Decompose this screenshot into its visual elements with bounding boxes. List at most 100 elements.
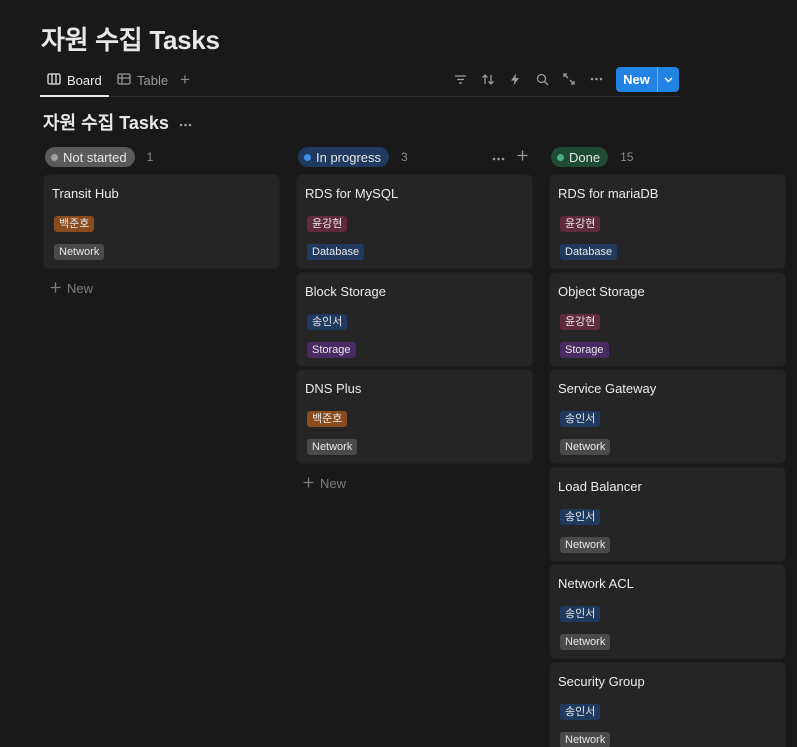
- card-title: Service Gateway: [558, 381, 657, 396]
- assignee-row: 윤강현: [560, 312, 777, 330]
- card-title: Transit Hub: [52, 186, 119, 201]
- tab-board[interactable]: Board: [47, 68, 102, 92]
- category-row: Network: [307, 437, 524, 455]
- category-row: Network: [560, 632, 777, 650]
- assignee-row: 백준호: [307, 409, 524, 427]
- card-list: RDS for mariaDB 윤강현 Database Object Storage…: [550, 175, 785, 747]
- category-tag: Network: [307, 439, 358, 455]
- status-label: In progress: [316, 149, 382, 165]
- assignee-tag: 송인서: [560, 508, 601, 525]
- card-title: RDS for MySQL: [305, 186, 399, 201]
- section-more-icon[interactable]: [179, 114, 192, 131]
- task-card[interactable]: Block Storage 송인서 Storage: [297, 272, 532, 366]
- plus-icon: [303, 476, 314, 491]
- sort-icon[interactable]: [480, 71, 496, 87]
- task-card[interactable]: RDS for mariaDB 윤강현 Database: [550, 175, 785, 268]
- task-card[interactable]: Network ACL 송인서 Network: [550, 565, 785, 658]
- new-button[interactable]: New: [616, 67, 679, 92]
- add-view-button[interactable]: +: [180, 68, 190, 92]
- column-add-icon[interactable]: [517, 148, 528, 164]
- add-card-label: New: [67, 280, 94, 296]
- status-label: Not started: [63, 149, 127, 165]
- task-card[interactable]: Transit Hub 백준호 Network: [44, 175, 279, 268]
- expand-icon[interactable]: [561, 71, 577, 87]
- category-row: Network: [560, 730, 777, 747]
- column-header: Done 15: [550, 146, 785, 168]
- assignee-tag: 송인서: [560, 411, 601, 427]
- task-card[interactable]: Object Storage 윤강현 Storage: [550, 272, 785, 366]
- board-column: Not started 1 Transit Hub 백준호 Network New: [44, 146, 279, 298]
- chevron-down-icon[interactable]: [658, 77, 679, 83]
- task-card[interactable]: Security Group 송인서 Network: [550, 662, 785, 747]
- status-label: Done: [569, 149, 601, 165]
- status-badge[interactable]: In progress: [298, 147, 390, 167]
- view-bar: Board Table + New: [40, 64, 680, 97]
- card-title: Security Group: [558, 673, 645, 689]
- assignee-tag: 송인서: [307, 313, 348, 330]
- filter-icon[interactable]: [452, 71, 468, 87]
- active-tab-indicator: [40, 95, 109, 97]
- category-row: Storage: [560, 340, 777, 358]
- column-actions: [492, 148, 528, 164]
- board-icon: [47, 72, 61, 89]
- card-title: RDS for mariaDB: [558, 186, 659, 201]
- plus-icon: [50, 281, 61, 296]
- assignee-row: 송인서: [560, 507, 777, 525]
- category-tag: Network: [54, 244, 105, 260]
- add-card-button[interactable]: New: [297, 473, 532, 493]
- category-row: Network: [560, 437, 777, 455]
- status-dot-icon: [304, 153, 311, 161]
- table-icon: [117, 72, 131, 89]
- add-card-button[interactable]: New: [44, 278, 279, 298]
- status-badge[interactable]: Not started: [45, 147, 135, 167]
- category-tag: Network: [560, 536, 611, 553]
- category-tag: Database: [307, 244, 365, 260]
- task-card[interactable]: RDS for MySQL 윤강현 Database: [297, 175, 532, 268]
- category-row: Storage: [307, 340, 524, 358]
- new-button-label: New: [623, 72, 650, 87]
- column-count: 1: [146, 150, 154, 164]
- assignee-row: 윤강현: [560, 214, 777, 232]
- tab-board-label: Board: [67, 72, 102, 88]
- category-row: Network: [54, 242, 271, 260]
- card-title: DNS Plus: [305, 381, 362, 396]
- task-card[interactable]: Service Gateway 송인서 Network: [550, 370, 785, 463]
- assignee-row: 송인서: [560, 409, 777, 427]
- column-more-icon[interactable]: [492, 148, 505, 164]
- search-icon[interactable]: [534, 71, 550, 87]
- category-tag: Network: [560, 439, 611, 455]
- tab-table[interactable]: Table: [117, 68, 168, 92]
- board-column: Done 15 RDS for mariaDB 윤강현 Database Object S…: [550, 146, 785, 747]
- category-tag: Network: [560, 634, 611, 650]
- category-row: Database: [560, 242, 777, 260]
- status-dot-icon: [557, 153, 564, 161]
- assignee-tag: 송인서: [560, 606, 601, 622]
- card-list: RDS for MySQL 윤강현 Database Block Storage 송인서…: [297, 175, 532, 463]
- task-card[interactable]: Load Balancer 송인서 Network: [550, 467, 785, 561]
- assignee-tag: 백준호: [307, 411, 348, 427]
- category-tag: Storage: [560, 341, 609, 358]
- board-section-header: 자원 수집 Tasks: [43, 109, 192, 135]
- task-card[interactable]: DNS Plus 백준호 Network: [297, 370, 532, 463]
- automation-icon[interactable]: [507, 71, 523, 87]
- column-count: 15: [620, 150, 634, 164]
- assignee-tag: 윤강현: [560, 313, 601, 330]
- card-title: Block Storage: [305, 283, 386, 299]
- column-header: In progress 3: [297, 146, 532, 168]
- status-badge[interactable]: Done: [551, 147, 609, 167]
- assignee-tag: 송인서: [560, 703, 601, 720]
- card-title: Object Storage: [558, 283, 645, 299]
- card-list: Transit Hub 백준호 Network: [44, 175, 279, 268]
- assignee-tag: 백준호: [54, 216, 95, 232]
- category-tag: Database: [560, 244, 618, 260]
- column-count: 3: [401, 150, 408, 164]
- assignee-row: 백준호: [54, 214, 271, 232]
- assignee-row: 송인서: [560, 702, 777, 720]
- card-title: Network ACL: [558, 576, 634, 591]
- more-icon[interactable]: [588, 71, 604, 87]
- assignee-tag: 윤강현: [560, 216, 601, 232]
- board-column: In progress 3 RDS for MySQL 윤강현 Database Bloc…: [297, 146, 532, 493]
- page-title: 자원 수집 Tasks: [41, 25, 220, 55]
- column-header: Not started 1: [44, 146, 279, 168]
- assignee-row: 윤강현: [307, 214, 524, 232]
